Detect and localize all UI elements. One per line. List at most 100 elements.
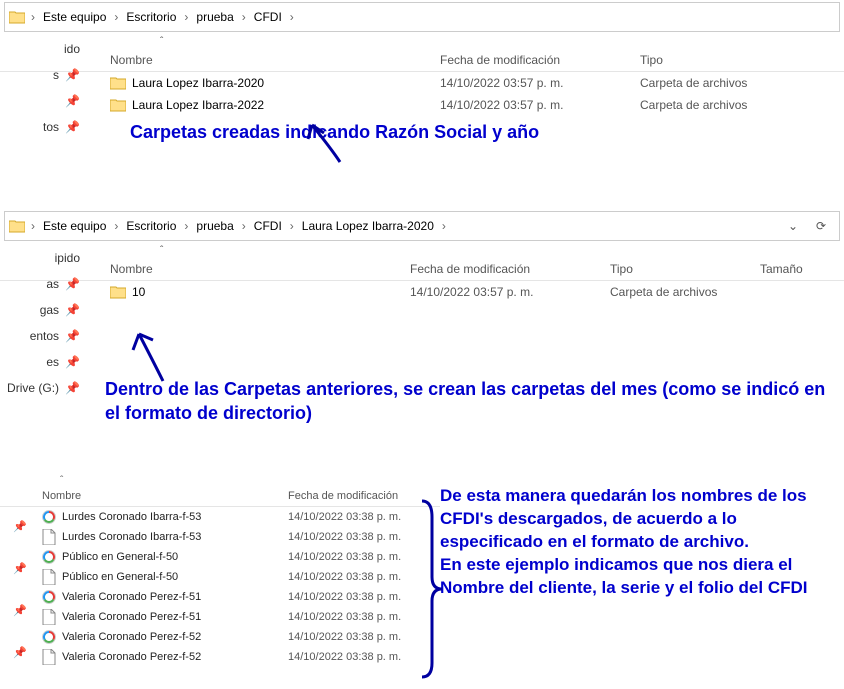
sidebar-item-label: tos <box>43 120 59 134</box>
file-date: 14/10/2022 03:57 p. m. <box>440 76 640 90</box>
document-icon <box>42 529 56 545</box>
sidebar-item[interactable]: ido <box>0 36 90 62</box>
column-header-date[interactable]: Fecha de modificación <box>410 262 610 276</box>
pin-icon: 📌 <box>65 355 80 369</box>
chevron-right-icon: › <box>240 219 248 233</box>
sidebar-item[interactable]: es 📌 <box>0 349 90 375</box>
folder-icon <box>9 218 25 234</box>
file-name: Laura Lopez Ibarra-2022 <box>132 98 264 112</box>
file-date: 14/10/2022 03:57 p. m. <box>410 285 610 299</box>
folder-icon <box>110 98 126 112</box>
chevron-right-icon: › <box>288 219 296 233</box>
pin-icon: 📌 <box>65 68 80 82</box>
column-header-type[interactable]: Tipo <box>610 262 760 276</box>
sidebar-item-label: ido <box>64 42 80 56</box>
folder-icon <box>9 9 25 25</box>
breadcrumb-item[interactable]: prueba <box>190 215 239 237</box>
breadcrumb-item[interactable]: Este equipo <box>37 215 112 237</box>
breadcrumb-item[interactable]: Laura Lopez Ibarra-2020 <box>296 215 440 237</box>
document-icon <box>42 569 56 585</box>
file-type: Carpeta de archivos <box>640 98 820 112</box>
file-row[interactable]: Valeria Coronado Perez-f-5114/10/2022 03… <box>0 587 440 607</box>
breadcrumb-bar[interactable]: › Este equipo › Escritorio › prueba › CF… <box>4 211 840 241</box>
column-header-size[interactable]: Tamaño <box>760 262 840 276</box>
sidebar-item[interactable]: 📌 <box>0 88 90 114</box>
pin-icon: 📌 <box>65 329 80 343</box>
file-name: 10 <box>132 285 145 299</box>
pin-icon: 📌 <box>65 303 80 317</box>
file-row[interactable]: Valeria Coronado Perez-f-5114/10/2022 03… <box>0 607 440 627</box>
dropdown-button[interactable]: ⌄ <box>781 214 805 238</box>
column-header-type[interactable]: Tipo <box>640 53 820 67</box>
file-row[interactable]: Valeria Coronado Perez-f-5214/10/2022 03… <box>0 627 440 647</box>
file-row[interactable]: Público en General-f-5014/10/2022 03:38 … <box>0 547 440 567</box>
arrow-annotation-icon <box>300 117 360 167</box>
sidebar-item[interactable]: gas 📌 <box>0 297 90 323</box>
pin-icon: 📌 <box>8 505 32 547</box>
explorer-panel-3: 📌 📌 📌 📌 ˆ Nombre Fecha de modificación L… <box>0 475 844 685</box>
pin-icon: 📌 <box>8 631 32 673</box>
breadcrumb-item[interactable]: Escritorio <box>120 215 182 237</box>
pin-icon: 📌 <box>65 277 80 291</box>
file-type: Carpeta de archivos <box>640 76 820 90</box>
file-name: Valeria Coronado Perez-f-52 <box>62 631 201 643</box>
sidebar-item-label: Drive (G:) <box>7 381 59 395</box>
breadcrumb-item[interactable]: Escritorio <box>120 6 182 28</box>
annotation-text: De esta manera quedarán los nombres de l… <box>440 485 830 554</box>
pin-icon: 📌 <box>65 381 80 395</box>
file-name: Público en General-f-50 <box>62 551 178 563</box>
sidebar-item[interactable]: Drive (G:) 📌 <box>0 375 90 401</box>
file-row[interactable]: Lurdes Coronado Ibarra-f-5314/10/2022 03… <box>0 507 440 527</box>
chevron-right-icon: › <box>440 219 448 233</box>
sidebar-item[interactable]: s📌 <box>0 62 90 88</box>
sort-indicator: ˆ <box>0 34 844 49</box>
column-header-name[interactable]: Nombre <box>0 490 288 502</box>
pin-icon: 📌 <box>8 589 32 631</box>
sidebar-item[interactable]: ipido <box>0 245 90 271</box>
annotation-text: Carpetas creadas indicando Razón Social … <box>0 116 844 151</box>
chevron-right-icon: › <box>288 10 296 24</box>
breadcrumb-bar[interactable]: › Este equipo › Escritorio › prueba › CF… <box>4 2 840 32</box>
annotation-text: En este ejemplo indicamos que nos diera … <box>440 554 830 600</box>
breadcrumb-item[interactable]: CFDI <box>248 6 288 28</box>
column-headers: Nombre Fecha de modificación Tipo <box>0 49 844 72</box>
sidebar-item-label: gas <box>40 303 59 317</box>
chevron-right-icon: › <box>112 10 120 24</box>
sidebar-item[interactable]: tos📌 <box>0 114 90 140</box>
chevron-right-icon: › <box>29 10 37 24</box>
file-name: Laura Lopez Ibarra-2020 <box>132 76 264 90</box>
folder-row[interactable]: 1014/10/2022 03:57 p. m.Carpeta de archi… <box>0 281 844 303</box>
chevron-right-icon: › <box>240 10 248 24</box>
sidebar-item[interactable]: entos 📌 <box>0 323 90 349</box>
file-name: Valeria Coronado Perez-f-51 <box>62 611 201 623</box>
sort-indicator: ˆ <box>0 243 844 258</box>
explorer-panel-1: › Este equipo › Escritorio › prueba › CF… <box>0 2 844 207</box>
sidebar-item[interactable]: as 📌 <box>0 271 90 297</box>
column-header-date[interactable]: Fecha de modificación <box>440 53 640 67</box>
column-headers: Nombre Fecha de modificación <box>0 486 440 507</box>
sidebar-item-label: es <box>46 355 59 369</box>
breadcrumb-item[interactable]: CFDI <box>248 215 288 237</box>
chevron-right-icon: › <box>182 10 190 24</box>
chevron-right-icon: › <box>182 219 190 233</box>
pdf-icon <box>42 630 56 644</box>
brace-icon <box>416 497 446 682</box>
file-name: Valeria Coronado Perez-f-51 <box>62 591 201 603</box>
sidebar-item-label: entos <box>30 329 59 343</box>
breadcrumb-item[interactable]: prueba <box>190 6 239 28</box>
file-row[interactable]: Valeria Coronado Perez-f-5214/10/2022 03… <box>0 647 440 667</box>
folder-row[interactable]: Laura Lopez Ibarra-2020 14/10/2022 03:57 … <box>0 72 844 94</box>
file-row[interactable]: Lurdes Coronado Ibarra-f-5314/10/2022 03… <box>0 527 440 547</box>
explorer-panel-2: › Este equipo › Escritorio › prueba › CF… <box>0 211 844 471</box>
sidebar-item-label: s <box>53 68 59 82</box>
chevron-right-icon: › <box>112 219 120 233</box>
sidebar-item-label: as <box>46 277 59 291</box>
refresh-button[interactable]: ⟳ <box>809 214 833 238</box>
folder-row[interactable]: Laura Lopez Ibarra-202214/10/2022 03:57 … <box>0 94 844 116</box>
folder-icon <box>110 285 126 299</box>
breadcrumb-item[interactable]: Este equipo <box>37 6 112 28</box>
file-name: Valeria Coronado Perez-f-52 <box>62 651 201 663</box>
file-row[interactable]: Público en General-f-5014/10/2022 03:38 … <box>0 567 440 587</box>
sidebar-item-label: ipido <box>55 251 80 265</box>
pin-icon: 📌 <box>8 547 32 589</box>
